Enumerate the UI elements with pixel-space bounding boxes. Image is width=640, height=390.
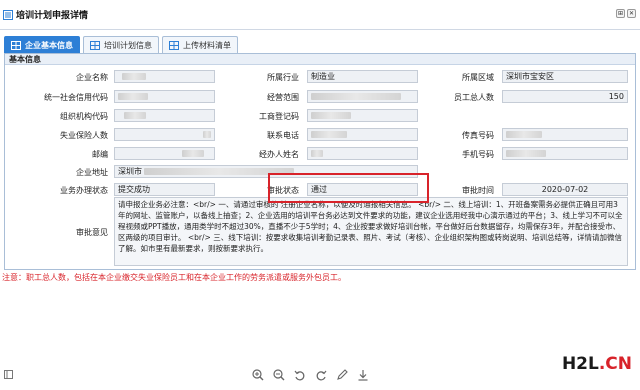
tab-label: 上传材料清单 <box>183 40 231 50</box>
insured-field[interactable] <box>114 128 215 141</box>
window-title: 培训计划申报详情 <box>16 11 89 21</box>
tab-bar: 企业基本信息 培训计划信息 上传材料清单 <box>4 36 238 53</box>
contact-phone-field[interactable] <box>307 128 418 141</box>
org-code-field[interactable] <box>114 109 215 122</box>
tab-label: 培训计划信息 <box>104 40 152 50</box>
credit-code-field[interactable] <box>114 90 215 103</box>
opinion-textarea[interactable]: 请申报企业务必注意：<br/> 一、请通过审核的 注册企业名称，以便及时通报相关… <box>114 197 628 266</box>
image-toolbar <box>252 369 369 381</box>
company-name-field[interactable] <box>114 70 215 83</box>
postcode-label: 邮编 <box>92 150 108 159</box>
credit-code-label: 统一社会信用代码 <box>44 93 108 102</box>
tab-upload-list[interactable]: 上传材料清单 <box>162 36 238 53</box>
approval-status-highlight <box>268 173 429 203</box>
watermark-logo: H2L.CN <box>561 354 632 374</box>
opinion-label: 审批意见 <box>76 228 108 237</box>
contact-phone-label: 联系电话 <box>267 131 299 140</box>
zoom-in-icon[interactable] <box>252 369 264 381</box>
mobile-field[interactable] <box>502 147 628 160</box>
insured-label: 失业保险人数 <box>60 131 108 140</box>
mobile-label: 手机号码 <box>462 150 494 159</box>
undo-icon[interactable] <box>294 369 306 381</box>
redo-icon[interactable] <box>315 369 327 381</box>
address-label: 企业地址 <box>76 168 108 177</box>
biz-reg-label: 工商登记码 <box>259 112 299 121</box>
window-titlebar: 培训计划申报详情 ⊞ ✕ <box>0 0 640 30</box>
grid-icon <box>11 40 21 50</box>
grid-icon <box>169 40 179 50</box>
tab-label: 企业基本信息 <box>25 40 73 50</box>
close-button[interactable]: ✕ <box>627 9 636 18</box>
section-title: 基本信息 <box>5 54 635 65</box>
doc-list-icon <box>3 9 13 20</box>
handler-field[interactable] <box>307 147 418 160</box>
industry-label: 所属行业 <box>267 73 299 82</box>
basic-info-panel: 基本信息 企业名称 所属行业 制造业 所属区域 深圳市宝安区 统一社会信用代码 … <box>4 53 636 270</box>
company-name-label: 企业名称 <box>76 73 108 82</box>
fax-label: 传真号码 <box>462 131 494 140</box>
org-code-label: 组织机构代码 <box>60 112 108 121</box>
fax-field[interactable] <box>502 128 628 141</box>
sidebar-toggle-icon[interactable] <box>4 370 13 379</box>
region-field[interactable]: 深圳市宝安区 <box>502 70 628 83</box>
maximize-button[interactable]: ⊞ <box>616 9 625 18</box>
handler-label: 经办人姓名 <box>259 150 299 159</box>
grid-icon <box>90 40 100 50</box>
business-scope-label: 经营范围 <box>267 93 299 102</box>
employee-total-label: 员工总人数 <box>454 93 494 102</box>
status-label: 业务办理状态 <box>60 186 108 195</box>
employee-total-field[interactable]: 150 <box>502 90 628 103</box>
region-label: 所属区域 <box>462 73 494 82</box>
status-field[interactable]: 提交成功 <box>114 183 215 196</box>
postcode-field[interactable] <box>114 147 215 160</box>
pen-icon[interactable] <box>336 369 348 381</box>
tab-company-info[interactable]: 企业基本信息 <box>4 36 80 53</box>
tab-training-plan[interactable]: 培训计划信息 <box>83 36 159 53</box>
download-icon[interactable] <box>357 369 369 381</box>
zoom-out-icon[interactable] <box>273 369 285 381</box>
employee-count-note: 注意：职工总人数，包括在本企业缴交失业保险员工和在本企业工作的劳务派遣或服务外包… <box>2 273 346 282</box>
approval-time-field[interactable]: 2020-07-02 <box>502 183 628 196</box>
biz-reg-field[interactable] <box>307 109 418 122</box>
business-scope-field[interactable] <box>307 90 418 103</box>
industry-field[interactable]: 制造业 <box>307 70 418 83</box>
approval-time-label: 审批时间 <box>462 186 494 195</box>
